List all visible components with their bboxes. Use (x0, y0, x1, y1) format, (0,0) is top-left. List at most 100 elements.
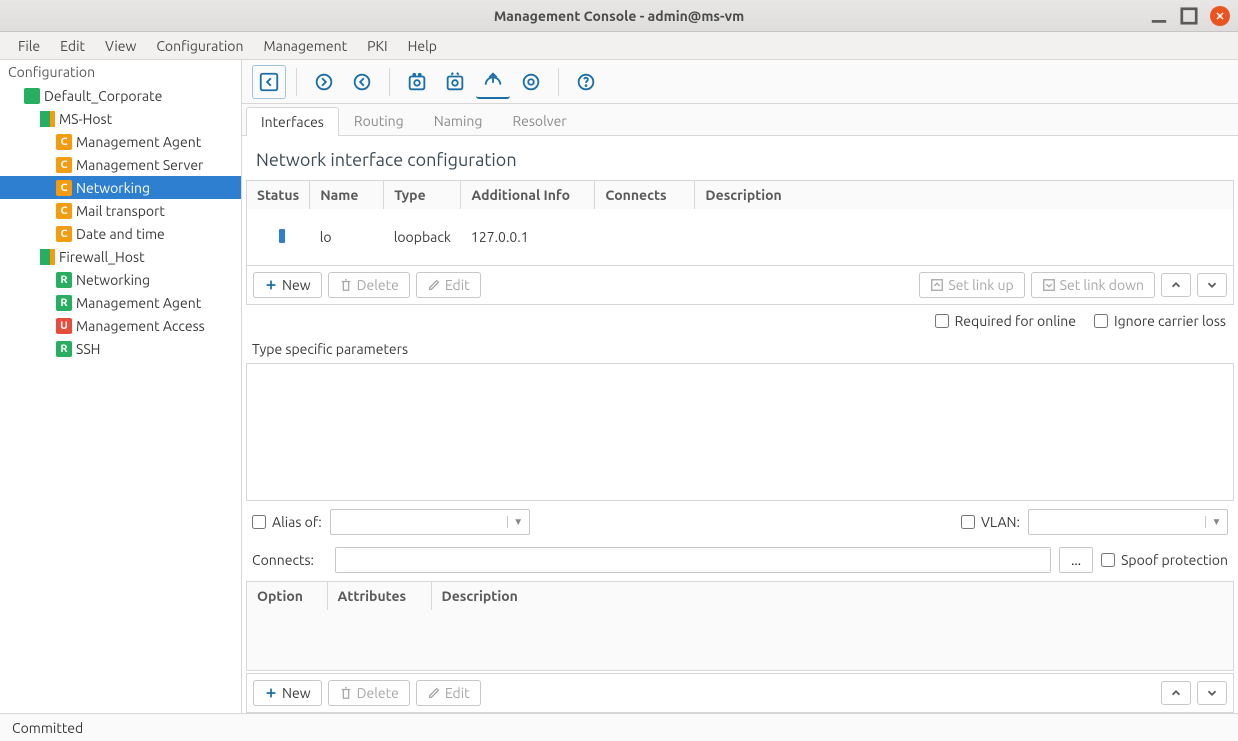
options-table: Option Attributes Description (247, 582, 1233, 610)
alias-combo[interactable]: ▼ (330, 509, 530, 535)
ignore-carrier-check[interactable]: Ignore carrier loss (1094, 313, 1226, 329)
vlan-combo[interactable]: ▼ (1028, 509, 1228, 535)
spoof-check[interactable]: Spoof protection (1101, 552, 1228, 568)
required-online-check[interactable]: Required for online (935, 313, 1076, 329)
move-down-button[interactable] (1197, 273, 1227, 297)
minimize-button[interactable] (1150, 7, 1168, 25)
tb-gear3-icon[interactable] (514, 65, 548, 99)
col-type[interactable]: Type (384, 181, 461, 209)
tree-item-networking[interactable]: CNetworking (0, 176, 241, 199)
tb-gear1-icon[interactable] (400, 65, 434, 99)
tab-routing[interactable]: Routing (339, 106, 419, 135)
ignore-checkbox[interactable] (1094, 314, 1108, 328)
new-button[interactable]: New (253, 272, 322, 298)
tb-commit-icon[interactable] (307, 65, 341, 99)
opt-delete-button[interactable]: Delete (328, 680, 410, 706)
opt-edit-label: Edit (445, 685, 470, 701)
ignore-label: Ignore carrier loss (1114, 313, 1226, 329)
col-connects[interactable]: Connects (595, 181, 695, 209)
tree-label: Firewall_Host (59, 249, 145, 265)
edit-button[interactable]: Edit (416, 272, 481, 298)
opt-move-down-button[interactable] (1197, 681, 1227, 705)
tb-upload-icon[interactable] (476, 65, 510, 99)
window-title: Management Console - admin@ms-vm (494, 8, 744, 24)
flags-row: Required for online Ignore carrier loss (242, 305, 1238, 337)
cell-name: lo (310, 209, 384, 265)
tab-naming[interactable]: Naming (419, 106, 498, 135)
col-status[interactable]: Status (247, 181, 310, 209)
tree-item-mail-transport[interactable]: CMail transport (0, 199, 241, 222)
menu-edit[interactable]: Edit (50, 34, 95, 58)
menu-configuration[interactable]: Configuration (146, 34, 253, 58)
cell-connects (595, 209, 695, 265)
connects-input[interactable] (335, 547, 1051, 573)
tb-back-icon[interactable] (252, 65, 286, 99)
options-table-wrap: Option Attributes Description (246, 581, 1234, 671)
tab-resolver[interactable]: Resolver (497, 106, 581, 135)
maximize-button[interactable] (1180, 7, 1198, 25)
chevron-down-icon: ▼ (507, 516, 529, 528)
col-info[interactable]: Additional Info (461, 181, 595, 209)
menu-file[interactable]: File (8, 34, 50, 58)
opt-col-attrs[interactable]: Attributes (327, 582, 431, 610)
menu-view[interactable]: View (95, 34, 146, 58)
tree-item-networking[interactable]: RNetworking (0, 268, 241, 291)
opt-new-label: New (282, 685, 311, 701)
delete-button[interactable]: Delete (328, 272, 410, 298)
opt-new-button[interactable]: New (253, 680, 322, 706)
type-badge-icon: C (56, 203, 72, 219)
connects-row: Connects: ... Spoof protection (242, 541, 1238, 579)
options-button-row: New Delete Edit (246, 673, 1234, 713)
tree-label: MS-Host (59, 111, 112, 127)
connects-browse-button[interactable]: ... (1059, 547, 1093, 573)
opt-col-desc[interactable]: Description (431, 582, 1233, 610)
tree-label: Mail transport (76, 203, 165, 219)
tree-label: Networking (76, 180, 150, 196)
vlan-checkbox[interactable] (961, 515, 975, 529)
opt-edit-button[interactable]: Edit (416, 680, 481, 706)
menu-pki[interactable]: PKI (357, 34, 397, 58)
required-checkbox[interactable] (935, 314, 949, 328)
type-badge-icon: R (56, 341, 72, 357)
tab-interfaces[interactable]: Interfaces (246, 107, 339, 136)
table-row[interactable]: lo loopback 127.0.0.1 (247, 209, 1233, 265)
tree-item-date-and-time[interactable]: CDate and time (0, 222, 241, 245)
tree-item-firewall-host[interactable]: Firewall_Host (0, 245, 241, 268)
tree-item-management-agent[interactable]: RManagement Agent (0, 291, 241, 314)
titlebar: Management Console - admin@ms-vm (0, 0, 1238, 32)
tb-gear2-icon[interactable] (438, 65, 472, 99)
type-badge-icon: R (56, 295, 72, 311)
cell-desc (695, 209, 1233, 265)
vlan-check[interactable]: VLAN: (961, 514, 1020, 530)
menu-management[interactable]: Management (253, 34, 357, 58)
separator (296, 68, 297, 96)
tree-item-management-access[interactable]: UManagement Access (0, 314, 241, 337)
host-icon (40, 249, 55, 265)
set-link-down-button[interactable]: Set link down (1031, 272, 1155, 298)
tree-item-management-server[interactable]: CManagement Server (0, 153, 241, 176)
cell-type: loopback (384, 209, 461, 265)
sidebar-header: Configuration (0, 60, 241, 84)
opt-move-up-button[interactable] (1161, 681, 1191, 705)
status-text: Committed (12, 720, 83, 736)
edit-label: Edit (445, 277, 470, 293)
tree-item-ssh[interactable]: RSSH (0, 337, 241, 360)
move-up-button[interactable] (1161, 273, 1191, 297)
iface-table-wrap: Status Name Type Additional Info Connect… (246, 180, 1234, 266)
alias-check[interactable]: Alias of: (252, 514, 322, 530)
opt-col-option[interactable]: Option (247, 582, 327, 610)
linkdown-label: Set link down (1060, 277, 1144, 293)
sidebar: Configuration Default_Corporate MS-Host CM… (0, 60, 242, 713)
tree-item-management-agent[interactable]: CManagement Agent (0, 130, 241, 153)
close-button[interactable] (1210, 6, 1230, 26)
tree-item-default-corporate[interactable]: Default_Corporate (0, 84, 241, 107)
alias-checkbox[interactable] (252, 515, 266, 529)
tb-help-icon[interactable] (569, 65, 603, 99)
spoof-checkbox[interactable] (1101, 553, 1115, 567)
set-link-up-button[interactable]: Set link up (919, 272, 1024, 298)
tb-revert-icon[interactable] (345, 65, 379, 99)
col-desc[interactable]: Description (695, 181, 1233, 209)
col-name[interactable]: Name (310, 181, 384, 209)
menu-help[interactable]: Help (398, 34, 447, 58)
tree-item-ms-host[interactable]: MS-Host (0, 107, 241, 130)
